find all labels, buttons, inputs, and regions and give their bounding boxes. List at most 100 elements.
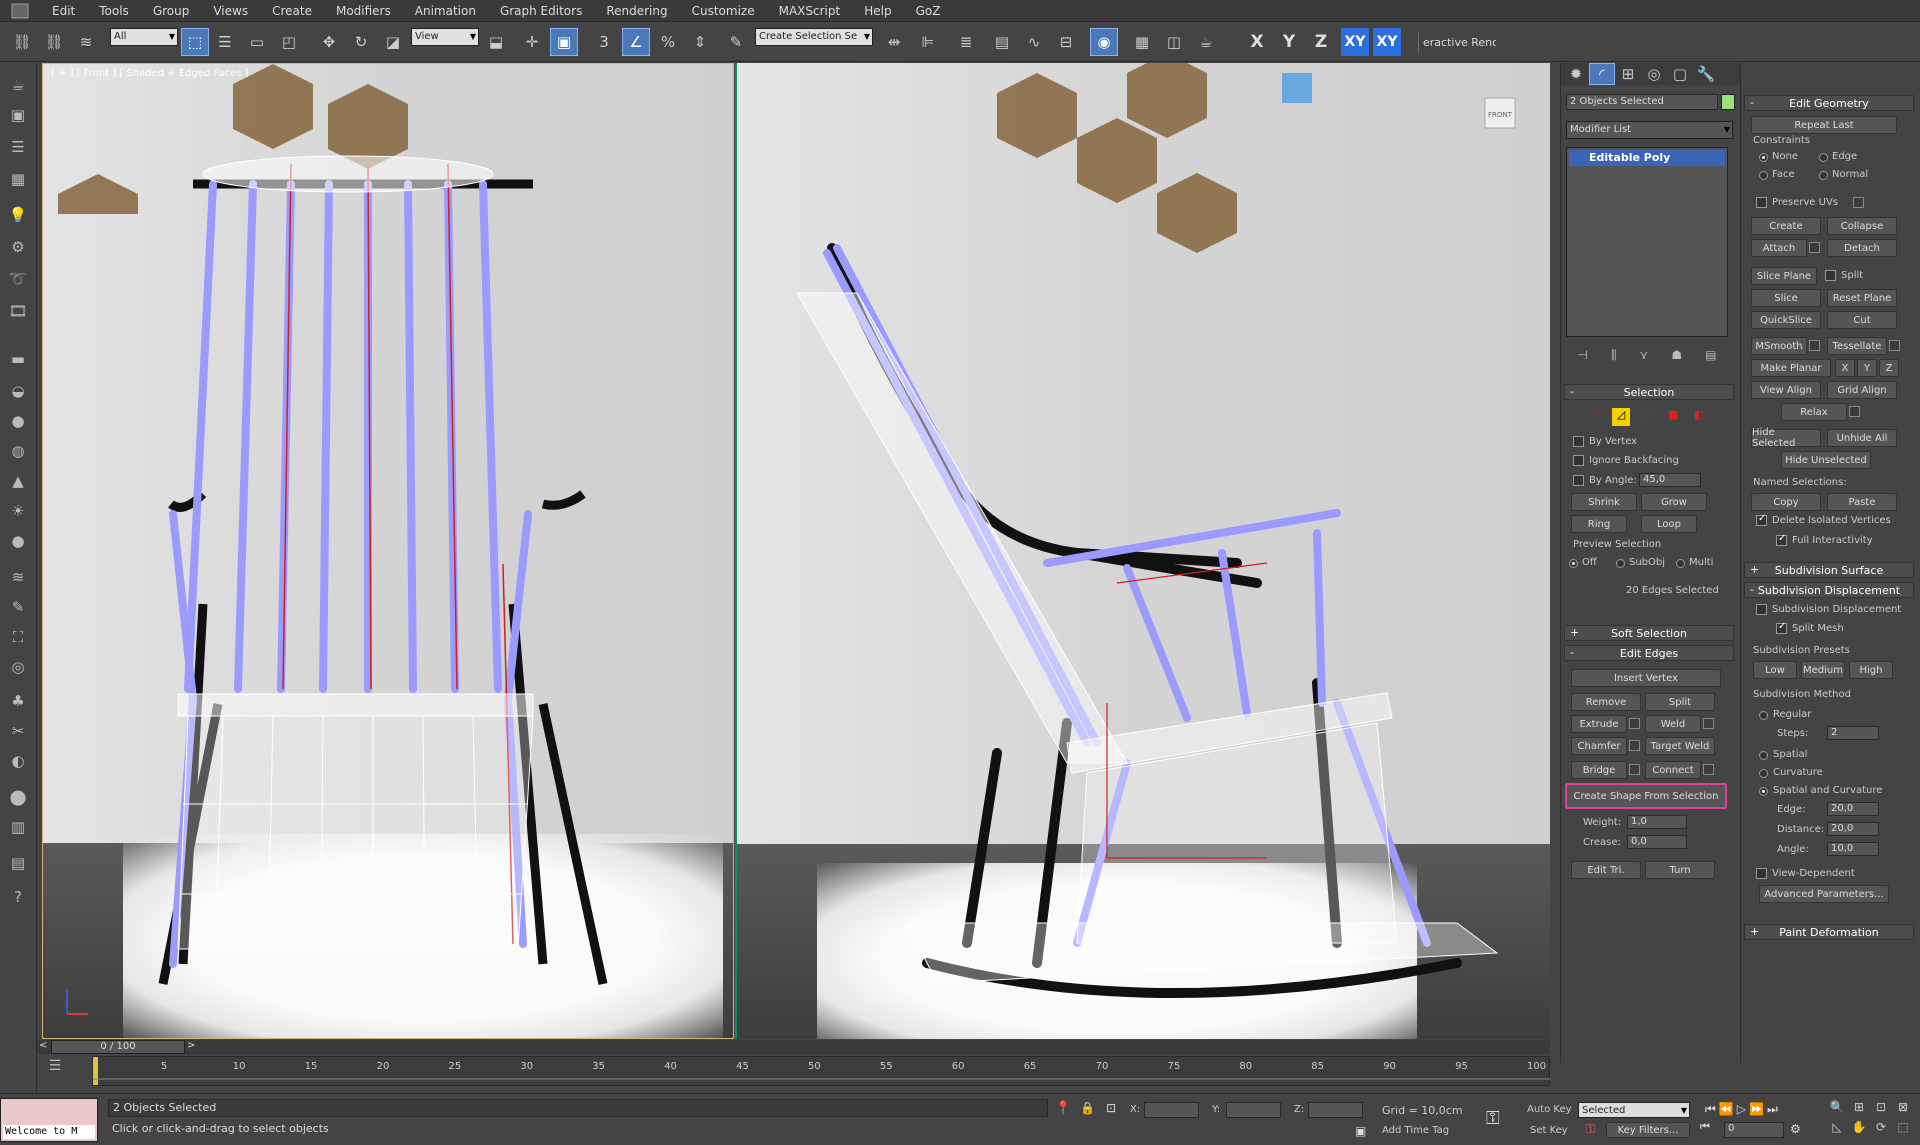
by-vertex-checkbox[interactable] [1573,436,1584,447]
rendered-frame-window-icon[interactable]: ◫ [1160,28,1188,56]
soft-selection-rollout[interactable]: + Soft Selection [1564,625,1734,641]
turn-button[interactable]: Turn [1645,861,1715,879]
vertex-mode-icon[interactable]: ⁖ [1586,408,1604,426]
axis-xy-cycle-button[interactable]: XY [1373,28,1401,56]
copy-button[interactable]: Copy [1751,493,1821,511]
edit-geometry-rollout[interactable]: - Edit Geometry [1744,95,1914,111]
rect-selection-icon[interactable]: ▭ [243,28,271,56]
time-prev-icon[interactable]: < [39,1040,47,1051]
weld-button[interactable]: Weld [1645,715,1701,733]
split-button[interactable]: Split [1645,693,1715,711]
relax-button[interactable]: Relax [1781,403,1847,421]
hide-selected-button[interactable]: Hide Selected [1751,427,1821,449]
play-icon[interactable]: ▷ [1737,1102,1746,1120]
tessellate-button[interactable]: Tessellate [1827,337,1887,355]
sphere-icon[interactable]: ● [6,409,30,433]
align-icon[interactable]: ⊫ [914,28,942,56]
viewcube[interactable]: FRONT [1484,97,1516,129]
viewport-perspective[interactable]: FRONT [735,63,1550,1039]
relax-settings-icon[interactable] [1849,406,1860,417]
time-config-icon[interactable]: ⚙ [1790,1122,1801,1136]
paste-button[interactable]: Paste [1827,493,1897,511]
rock-icon[interactable]: ◐ [6,749,30,773]
split-checkbox[interactable] [1825,270,1836,281]
hose-icon[interactable]: ➰ [6,267,30,291]
manipulate-icon[interactable]: ✛ [518,28,546,56]
preset-medium-button[interactable]: Medium [1801,661,1845,679]
preserve-uvs-settings-icon[interactable] [1853,197,1864,208]
goto-end-icon[interactable]: ⏭ [1767,1102,1778,1120]
bind-space-warp-icon[interactable]: ≋ [72,28,100,56]
axis-z-button[interactable]: Z [1307,28,1335,56]
edit-edges-rollout[interactable]: - Edit Edges [1564,645,1734,661]
time-tag-icon[interactable]: ▣ [1355,1124,1366,1138]
axis-xy-button[interactable]: XY [1341,28,1369,56]
loop-button[interactable]: Loop [1641,515,1697,533]
isolate-selection-icon[interactable]: 📍 [1055,1101,1071,1116]
edge-spinner[interactable]: 20,0 [1827,802,1879,816]
key-mode-icon[interactable]: ⏮ [1700,1120,1712,1136]
make-planar-button[interactable]: Make Planar [1751,359,1831,377]
chamfer-settings-icon[interactable] [1629,740,1640,751]
method-curvature-radio[interactable] [1759,769,1768,778]
remove-modifier-icon[interactable]: ☗ [1671,348,1682,362]
attach-button[interactable]: Attach [1751,239,1807,257]
ignore-backfacing-checkbox[interactable] [1573,455,1584,466]
axis-x-button[interactable]: X [1243,28,1271,56]
file-list-icon[interactable]: ☰ [6,135,30,159]
edit-tri-button[interactable]: Edit Tri. [1571,861,1641,879]
preview-subobj-radio[interactable] [1616,559,1625,568]
chamfer-button[interactable]: Chamfer [1571,737,1627,755]
settings-panel-icon[interactable]: ▤ [6,851,30,875]
grid-align-button[interactable]: Grid Align [1827,381,1897,399]
menu-views[interactable]: Views [201,0,260,22]
fov-icon[interactable]: ◺ [1826,1120,1848,1140]
bridge-button[interactable]: Bridge [1571,761,1627,779]
asset-browser-icon[interactable]: ▣ [6,103,30,127]
delete-isolated-checkbox[interactable] [1756,513,1767,526]
slice-plane-button[interactable]: Slice Plane [1751,267,1817,285]
constraint-normal-radio[interactable] [1819,171,1828,180]
zoom-extents-icon[interactable]: ⊡ [1870,1100,1892,1120]
maxscript-listener[interactable]: Welcome to M [0,1098,98,1142]
insert-vertex-button[interactable]: Insert Vertex [1571,669,1721,687]
help-icon[interactable]: ? [6,885,30,909]
connect-settings-icon[interactable] [1703,764,1714,775]
preview-multi-radio[interactable] [1676,559,1685,568]
hide-unselected-button[interactable]: Hide Unselected [1781,451,1871,469]
method-spatial-curvature-radio[interactable] [1759,787,1768,796]
modify-tab-icon[interactable]: ◜ [1589,63,1615,85]
key-set-dropdown[interactable]: Selected [1578,1102,1690,1119]
constraint-face-radio[interactable] [1759,171,1768,180]
zoom-all-icon[interactable]: ⊞ [1848,1100,1870,1120]
make-unique-icon[interactable]: ⋎ [1640,348,1649,362]
tessellate-settings-icon[interactable] [1889,340,1900,351]
connect-button[interactable]: Connect [1645,761,1701,779]
paint-deformation-rollout[interactable]: + Paint Deformation [1744,924,1914,940]
show-end-result-icon[interactable]: ⫼ [1611,348,1617,363]
weight-spinner[interactable]: 1,0 [1627,815,1687,829]
angle-spinner[interactable]: 45,0 [1639,473,1701,487]
layer-manager-icon[interactable]: ≣ [952,28,980,56]
sun-icon[interactable]: ☀ [6,499,30,523]
remove-button[interactable]: Remove [1571,693,1641,711]
preserve-uvs-checkbox[interactable] [1756,197,1767,208]
edge-mode-icon[interactable]: ◿ [1612,408,1630,426]
curve-editor-icon[interactable]: ∿ [1020,28,1048,56]
full-interactivity-checkbox[interactable] [1776,533,1787,546]
menu-help[interactable]: Help [852,0,903,22]
menu-tools[interactable]: Tools [87,0,141,22]
selection-filter-dropdown[interactable]: All [110,28,178,46]
attach-list-icon[interactable] [1809,242,1820,253]
repeat-last-button[interactable]: Repeat Last [1751,116,1897,134]
plant-icon[interactable]: ♣ [6,689,30,713]
viewport-label[interactable]: [ + ] [ Front ] [ Shaded + Edged Faces ] [51,68,248,79]
rotate-icon[interactable]: ↻ [347,28,375,56]
create-tab-icon[interactable]: ✹ [1563,63,1589,85]
preview-off-radio[interactable] [1569,559,1578,568]
subdivision-surface-rollout[interactable]: + Subdivision Surface [1744,562,1914,578]
zoom-icon[interactable]: 🔍 [1826,1100,1848,1120]
angle-snap-icon[interactable]: ∠ [622,28,650,56]
pan-icon[interactable]: ✋ [1848,1120,1870,1140]
subdivision-displacement-rollout[interactable]: - Subdivision Displacement [1744,582,1914,598]
